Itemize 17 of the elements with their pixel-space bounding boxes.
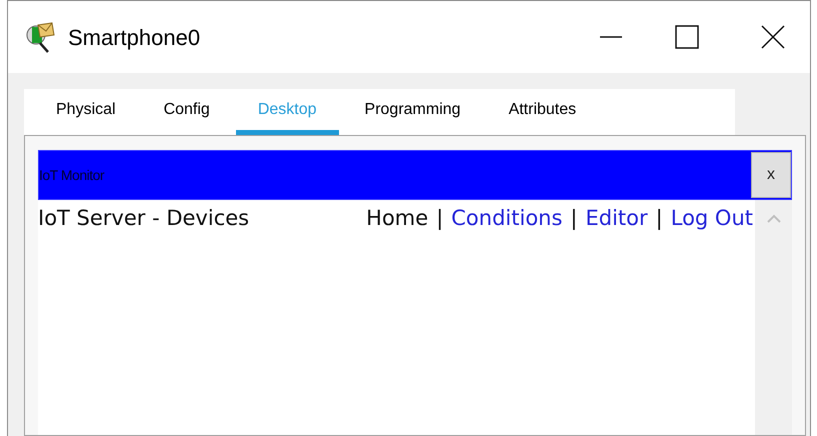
close-icon[interactable]	[761, 25, 785, 49]
app-title: IoT Monitor	[39, 166, 104, 184]
separator: |	[570, 205, 578, 232]
separator: |	[436, 205, 444, 232]
separator: |	[656, 205, 663, 232]
tab[interactable]: Programming	[342, 89, 483, 135]
tab[interactable]: Config	[142, 89, 232, 135]
nav-link[interactable]: Log Out	[670, 203, 753, 234]
page-heading: IoT Server - Devices	[38, 205, 250, 232]
nav-link[interactable]: Editor	[586, 203, 648, 234]
nav-link[interactable]: Home	[366, 203, 428, 234]
tab[interactable]: Physical	[34, 89, 138, 135]
close-button[interactable]: x	[751, 152, 791, 198]
maximize-icon[interactable]	[675, 25, 699, 49]
nav-link[interactable]: Conditions	[451, 203, 562, 234]
tab[interactable]: Attributes	[486, 89, 598, 135]
window-title: Smartphone0	[68, 24, 200, 52]
